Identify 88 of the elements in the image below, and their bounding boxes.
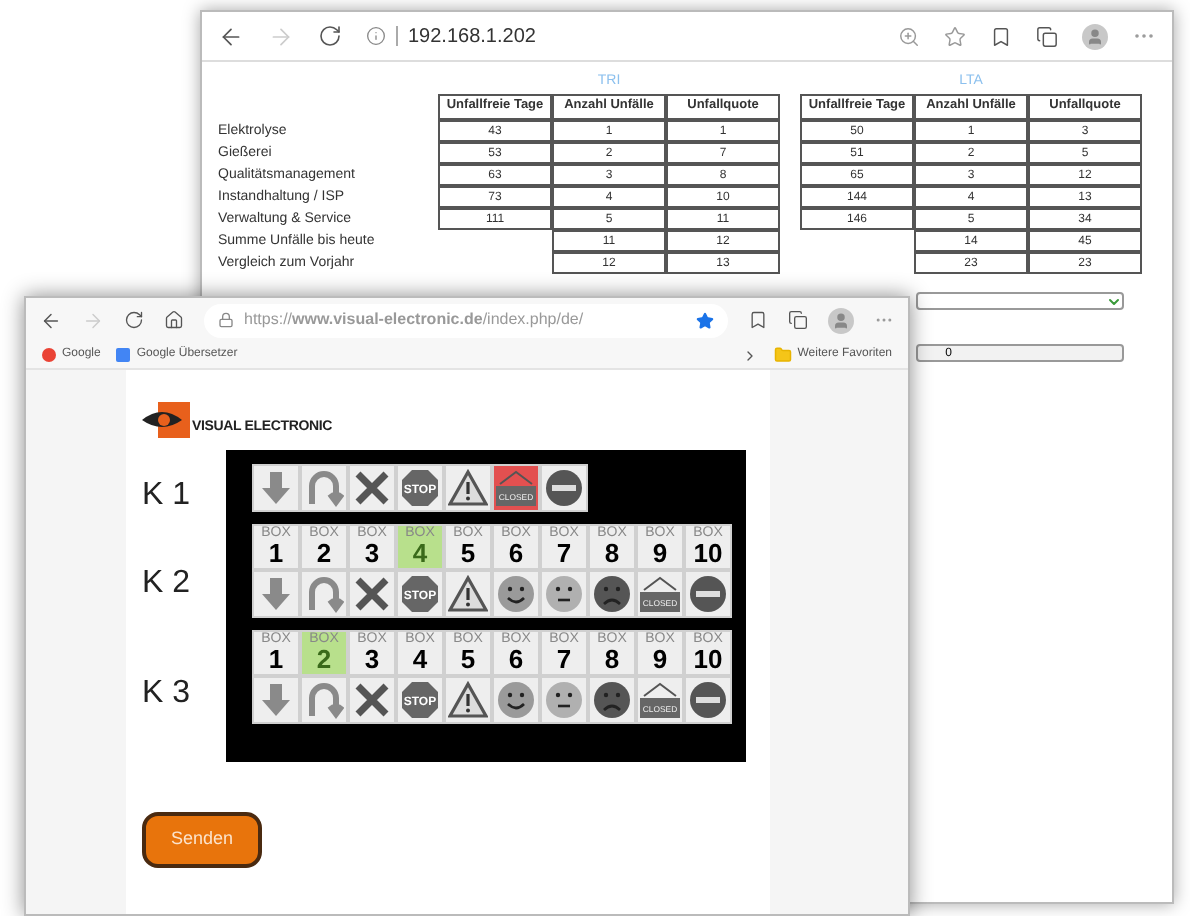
icon-tile[interactable]: [300, 464, 348, 512]
warning-sign-icon: [448, 574, 488, 614]
icon-tile[interactable]: [684, 570, 732, 618]
profile-avatar-icon[interactable]: [1082, 23, 1108, 49]
icon-tile[interactable]: [492, 676, 540, 724]
neutral-face-icon: [544, 574, 584, 614]
zoom-icon[interactable]: [898, 25, 920, 47]
icon-tile[interactable]: [444, 464, 492, 512]
home-icon[interactable]: [164, 310, 184, 330]
cross-icon: [352, 574, 392, 614]
eye-logo-icon: [142, 402, 190, 438]
icon-tile[interactable]: [588, 570, 636, 618]
folder-icon: [773, 346, 792, 364]
bookmark-icon: [116, 348, 131, 362]
lock-icon: [218, 312, 234, 328]
back-arrow-icon[interactable]: [40, 309, 62, 331]
collections-icon[interactable]: [788, 310, 808, 330]
profile-avatar-icon[interactable]: [828, 307, 854, 333]
back-arrow-icon[interactable]: [218, 23, 244, 49]
u-turn-icon: [304, 574, 344, 614]
box-number: 7: [556, 646, 572, 672]
icon-tile[interactable]: [300, 570, 348, 618]
row-label: K 2: [142, 563, 193, 603]
happy-face-icon: [496, 574, 536, 614]
u-turn-icon: [304, 680, 344, 720]
bookmark-icon: [42, 348, 56, 362]
box-number: 3: [364, 646, 380, 672]
icon-tile[interactable]: [444, 570, 492, 618]
icon-tile[interactable]: [348, 570, 396, 618]
icon-tile[interactable]: [300, 676, 348, 724]
no-entry-icon: [544, 468, 584, 508]
collections-icon[interactable]: [1036, 25, 1058, 47]
box-number: 10: [693, 646, 723, 672]
reload-icon[interactable]: [124, 310, 144, 330]
sad-face-icon: [592, 680, 632, 720]
down-arrow-icon: [256, 468, 296, 508]
box-number: 4: [412, 646, 428, 672]
icon-tile[interactable]: [540, 676, 588, 724]
info-icon[interactable]: [366, 26, 386, 46]
icon-tile[interactable]: [252, 676, 300, 724]
icon-tile[interactable]: [492, 570, 540, 618]
reload-icon[interactable]: [318, 24, 342, 48]
box-number: 8: [604, 646, 620, 672]
box-number: 4: [412, 540, 428, 566]
box-number: 7: [556, 540, 572, 566]
box-number: 3: [364, 540, 380, 566]
happy-face-icon: [496, 680, 536, 720]
no-entry-icon: [688, 680, 728, 720]
icon-tile[interactable]: [444, 676, 492, 724]
no-entry-icon: [688, 574, 728, 614]
cross-icon: [352, 680, 392, 720]
warning-sign-icon: [448, 680, 488, 720]
icon-tile[interactable]: [588, 676, 636, 724]
box-number: 9: [652, 646, 668, 672]
u-turn-icon: [304, 468, 344, 508]
icon-tile[interactable]: [540, 464, 588, 512]
box-number: 5: [460, 540, 476, 566]
cross-icon: [352, 468, 392, 508]
neutral-face-icon: [544, 680, 584, 720]
select-field[interactable]: [916, 292, 1124, 310]
star-icon[interactable]: [696, 311, 714, 329]
box-number: 1: [268, 646, 284, 672]
box-number: 2: [316, 540, 332, 566]
box-number: 1: [268, 540, 284, 566]
icon-tile[interactable]: [252, 464, 300, 512]
sad-face-icon: [592, 574, 632, 614]
icon-tile[interactable]: [348, 676, 396, 724]
box-number: 8: [604, 540, 620, 566]
down-arrow-icon: [256, 574, 296, 614]
box-number: 5: [460, 646, 476, 672]
row-label: K 3: [142, 673, 193, 713]
row-label: K 1: [142, 476, 193, 516]
favorites-icon[interactable]: [748, 310, 768, 330]
down-arrow-icon: [256, 680, 296, 720]
box-number: 6: [508, 540, 524, 566]
star-icon[interactable]: [944, 25, 966, 47]
box-number: 10: [693, 540, 723, 566]
icon-tile[interactable]: [252, 570, 300, 618]
icon-tile[interactable]: [540, 570, 588, 618]
icon-tile[interactable]: [348, 464, 396, 512]
address-bar[interactable]: 192.168.1.202: [408, 21, 536, 51]
icon-tile[interactable]: [684, 676, 732, 724]
box-number: 2: [316, 646, 332, 672]
favorites-icon[interactable]: [990, 25, 1012, 47]
box-number: 9: [652, 540, 668, 566]
url-text: https://www.visual-electronic.de/index.php/de/: [244, 308, 584, 332]
box-number: 6: [508, 646, 524, 672]
warning-sign-icon: [448, 468, 488, 508]
